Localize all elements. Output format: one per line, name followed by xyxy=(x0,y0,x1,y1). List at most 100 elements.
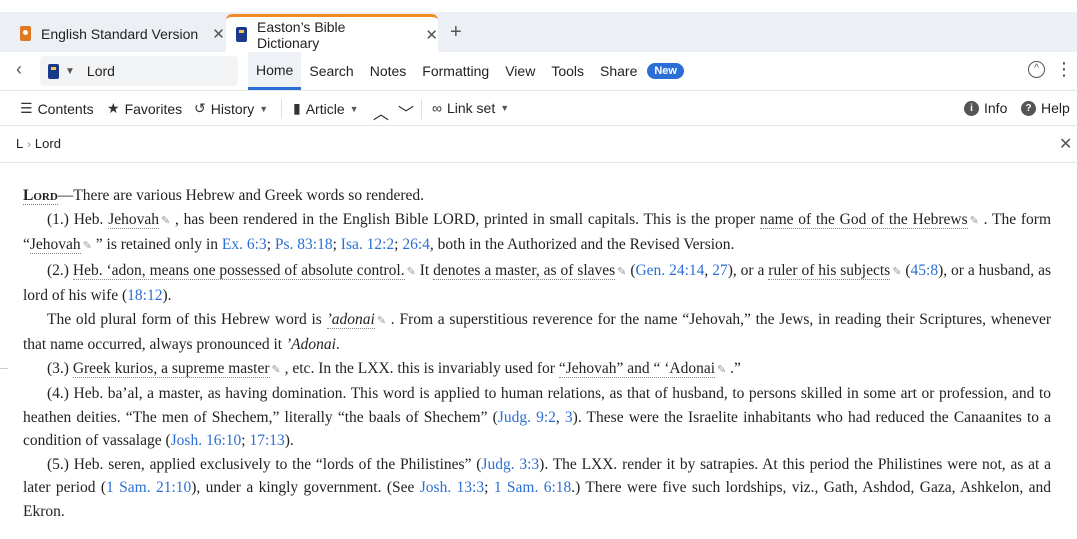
scripture-ref[interactable]: Judg. 9:2 xyxy=(498,409,556,426)
info-button[interactable]: i Info xyxy=(964,100,1007,116)
close-icon[interactable]: ✕ xyxy=(212,25,225,43)
text: ), or a xyxy=(727,261,769,279)
text: . xyxy=(335,336,340,353)
scripture-ref[interactable]: Josh. 16:10 xyxy=(171,432,242,449)
breadcrumb-root[interactable]: L xyxy=(16,136,23,151)
menu-notes[interactable]: Notes xyxy=(362,52,415,90)
more-vertical-icon[interactable]: ⋮ xyxy=(1055,59,1073,80)
article-label: Article xyxy=(305,100,345,117)
pencil-icon: ✎ xyxy=(271,363,281,376)
chevron-down-icon: ▼ xyxy=(500,103,510,113)
lexicon-link[interactable]: Jehovah xyxy=(108,210,159,229)
help-button[interactable]: ? Help xyxy=(1021,100,1070,116)
scripture-ref[interactable]: 3 xyxy=(565,409,573,426)
text: ), under a kingly government. (See xyxy=(191,479,420,496)
scripture-ref[interactable]: Ex. 6:3 xyxy=(222,236,267,253)
sync-icon[interactable]: ^ xyxy=(1028,61,1045,78)
sense-link[interactable]: ruler of his subjects xyxy=(768,261,891,280)
text: ; xyxy=(266,236,275,253)
menu-bar: Home Search Notes Formatting View Tools … xyxy=(248,52,684,90)
scripture-ref[interactable]: 45:8 xyxy=(911,262,939,279)
text: .” xyxy=(726,359,741,377)
text: ). xyxy=(162,287,172,304)
lexicon-link[interactable]: Jehovah xyxy=(29,236,81,254)
scripture-ref[interactable]: Josh. 13:3 xyxy=(420,479,484,496)
menu-share[interactable]: Share xyxy=(592,52,645,90)
new-tab-icon[interactable]: + xyxy=(450,21,462,44)
sense-link[interactable]: “Jehovah” and “ ‘Adonai xyxy=(558,359,716,378)
intro-text: —There are various Hebrew and Greek word… xyxy=(57,187,425,204)
star-icon: ★ xyxy=(107,100,120,116)
new-badge: New xyxy=(647,63,684,79)
dictionary-book-icon xyxy=(236,27,247,42)
list-icon: ☰ xyxy=(20,100,33,116)
paragraph-6: (5.) Heb. seren, applied exclusively to … xyxy=(23,453,1051,524)
text: ; xyxy=(332,236,341,253)
sense-link[interactable]: denotes a master, as of slaves xyxy=(433,261,616,280)
favorites-label: Favorites xyxy=(124,100,183,117)
tab-strip: English Standard Version ✕ Easton’s Bibl… xyxy=(0,12,1077,52)
dictionary-book-icon xyxy=(48,63,59,79)
article-body: Lord—There are various Hebrew and Greek … xyxy=(23,184,1051,523)
help-icon: ? xyxy=(1021,100,1036,116)
text: ). xyxy=(284,432,294,449)
lexicon-link[interactable]: Greek kurios, a supreme master xyxy=(72,359,270,378)
chevron-down-icon: ▼ xyxy=(259,103,269,114)
lexicon-link[interactable]: Heb. ‘adon, means one possessed of absol… xyxy=(72,261,405,280)
tab-eastons[interactable]: Easton’s Bible Dictionary ✕ xyxy=(226,14,438,52)
prev-article-chevron-icon[interactable]: ︿ xyxy=(373,100,389,124)
article-bars-icon: ▮ xyxy=(293,100,301,116)
tab-esv[interactable]: English Standard Version ✕ xyxy=(20,15,225,52)
scripture-ref[interactable]: Judg. 3:3 xyxy=(481,456,539,473)
scripture-ref[interactable]: 18:12 xyxy=(127,287,162,304)
text: , etc. In the LXX. this is invariably us… xyxy=(280,359,559,377)
text: The old plural form of this Hebrew word … xyxy=(47,310,327,328)
resource-selector[interactable]: ▼ Lord xyxy=(40,56,238,86)
tab-label: Easton’s Bible Dictionary xyxy=(256,18,346,51)
info-icon: i xyxy=(964,100,979,116)
close-icon[interactable]: ✕ xyxy=(1059,134,1072,154)
article-intro: Lord—There are various Hebrew and Greek … xyxy=(23,184,1051,208)
scripture-ref[interactable]: 1 Sam. 21:10 xyxy=(106,479,191,496)
sense-link[interactable]: name of the God of the Hebrews xyxy=(759,210,968,229)
text: , both in the Authorized and the Revised… xyxy=(429,236,735,253)
text: (1.) Heb. xyxy=(47,210,109,228)
back-chevron-icon[interactable]: ‹ xyxy=(16,59,22,80)
pencil-icon: ✎ xyxy=(161,214,171,227)
close-icon[interactable]: ✕ xyxy=(425,26,438,44)
scripture-ref[interactable]: 27 xyxy=(712,262,728,279)
text: (2.) xyxy=(47,261,73,279)
text: ” is retained only in xyxy=(91,236,222,253)
divider xyxy=(421,99,422,119)
panel-edge xyxy=(0,368,8,369)
history-icon: ↺ xyxy=(194,100,206,116)
esv-book-icon xyxy=(20,26,31,41)
lexicon-link[interactable]: ’adonai xyxy=(326,310,375,329)
menu-formatting[interactable]: Formatting xyxy=(414,52,497,90)
menu-tools[interactable]: Tools xyxy=(543,52,592,90)
pencil-icon: ✎ xyxy=(82,240,92,252)
menu-home[interactable]: Home xyxy=(248,52,302,90)
text: It xyxy=(415,261,434,279)
menu-search[interactable]: Search xyxy=(301,52,361,90)
paragraph-5: (4.) Heb. ba’al, a master, as having dom… xyxy=(23,382,1051,453)
breadcrumb-current[interactable]: Lord xyxy=(35,136,61,151)
scripture-ref[interactable]: Gen. 24:14 xyxy=(635,262,704,279)
favorites-button[interactable]: ★ Favorites xyxy=(107,100,182,117)
scripture-ref[interactable]: 1 Sam. 6:18 xyxy=(494,479,571,496)
article-button[interactable]: ▮ Article ▼ xyxy=(293,100,359,117)
scripture-ref[interactable]: Isa. 12:2 xyxy=(341,236,394,253)
menu-view[interactable]: View xyxy=(497,52,543,90)
text: ; xyxy=(484,479,494,496)
contents-button[interactable]: ☰ Contents xyxy=(20,100,94,117)
scripture-ref[interactable]: 26:4 xyxy=(402,236,430,253)
pencil-icon: ✎ xyxy=(969,214,979,227)
pencil-icon: ✎ xyxy=(717,363,727,376)
scripture-ref[interactable]: 17:13 xyxy=(249,432,284,449)
history-button[interactable]: ↺ History ▼ xyxy=(194,100,268,117)
history-label: History xyxy=(210,100,255,117)
link-set-button[interactable]: ∞ Link set ▼ xyxy=(432,100,509,116)
paragraph-3: The old plural form of this Hebrew word … xyxy=(23,308,1051,357)
next-article-chevron-icon[interactable]: ﹀ xyxy=(398,100,414,124)
scripture-ref[interactable]: Ps. 83:18 xyxy=(275,236,333,253)
